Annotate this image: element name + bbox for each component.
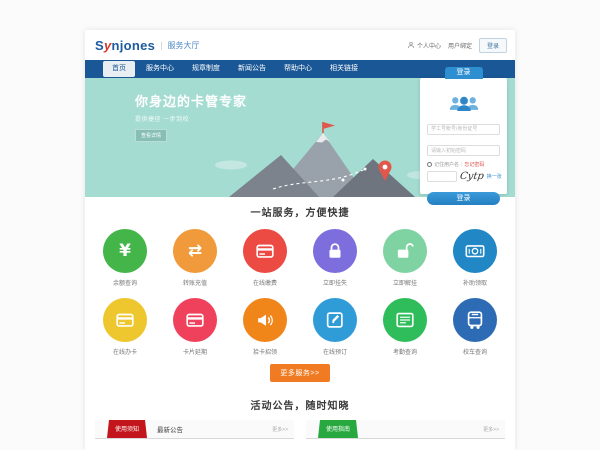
nav-item-0[interactable]: 首页 (103, 61, 135, 77)
hero-title: 你身边的卡管专家 (135, 91, 247, 110)
header-login-button[interactable]: 登录 (479, 38, 507, 53)
users-group-icon (447, 94, 481, 113)
logo[interactable]: Synjones | 服务大厅 (95, 38, 200, 53)
unlock-icon (383, 229, 427, 273)
site-header: Synjones | 服务大厅 个人中心 用户绑定 登录 (85, 30, 515, 60)
mountains-illustration (215, 117, 435, 197)
panel-secondary-tab[interactable]: 最新公告 (157, 424, 183, 434)
login-panel: 登录 记住用户名 | 忘记密码 Cytp 换一张 登录 (420, 78, 507, 194)
service-label: 拾卡招领 (253, 347, 277, 356)
logo-text: Synjones (95, 38, 155, 53)
service-label: 校车查询 (463, 347, 487, 356)
services-grid: ¥ 余额查询 ⇄ 转账充值 在线缴费 立即挂失 立即解挂 补助领取在线办卡 卡片延期 拾卡招领 在线… (85, 229, 515, 356)
panel-more-link[interactable]: 更多>> (483, 426, 499, 433)
service-item[interactable]: ⇄ 转账充值 (172, 229, 218, 287)
personal-center-link[interactable]: 个人中心 (407, 41, 441, 50)
banknote-icon (453, 229, 497, 273)
username-input[interactable] (427, 124, 500, 135)
bus-icon (453, 298, 497, 342)
service-label: 在线办卡 (113, 347, 137, 356)
card-icon (243, 229, 287, 273)
announcements-title: 活动公告，随时知晓 (85, 397, 515, 412)
service-item[interactable]: 立即挂失 (312, 229, 358, 287)
login-submit-button[interactable]: 登录 (427, 192, 500, 205)
service-item[interactable]: 立即解挂 (382, 229, 428, 287)
service-item[interactable]: 校车查询 (452, 298, 498, 356)
service-item[interactable]: 补助领取 (452, 229, 498, 287)
announcement-panel-1: 使用指南 更多>> (306, 420, 505, 439)
logo-divider: | (160, 40, 162, 50)
service-item[interactable]: ¥ 余额查询 (102, 229, 148, 287)
captcha-image[interactable]: Cytp (459, 171, 484, 182)
services-section: 一站服务，方便快捷 ¥ 余额查询 ⇄ 转账充值 在线缴费 立即挂失 立即解挂 补助领取在线办卡… (85, 197, 515, 382)
remember-label: 记住用户名 (434, 161, 459, 168)
card-icon (173, 298, 217, 342)
hero-cta-button[interactable]: 查看详情 (135, 129, 167, 142)
service-label: 补助领取 (463, 278, 487, 287)
nav-item-5[interactable]: 相关链接 (321, 61, 367, 77)
site-name: 服务大厅 (168, 40, 200, 51)
service-label: 转账充值 (183, 278, 207, 287)
attendance-icon (383, 298, 427, 342)
user-bind-link[interactable]: 用户绑定 (448, 41, 472, 50)
panel-ribbon-tab[interactable]: 使用须知 (107, 420, 147, 438)
announcement-panel-0: 使用须知最新公告 更多>> (95, 420, 294, 439)
panel-more-link[interactable]: 更多>> (272, 426, 288, 433)
captcha-refresh-link[interactable]: 换一张 (487, 173, 502, 180)
person-icon (407, 41, 415, 49)
service-item[interactable]: 在线预订 (312, 298, 358, 356)
captcha-input[interactable] (427, 171, 457, 182)
service-item[interactable]: 卡片延期 (172, 298, 218, 356)
service-label: 立即挂失 (323, 278, 347, 287)
hero-subtitle: 提供捷径 一步到校 (135, 114, 247, 123)
remember-checkbox[interactable] (427, 162, 432, 167)
panel-ribbon-tab[interactable]: 使用指南 (318, 420, 358, 438)
services-title: 一站服务，方便快捷 (85, 204, 515, 219)
service-label: 余额查询 (113, 278, 137, 287)
service-label: 立即解挂 (393, 278, 417, 287)
captcha-row: Cytp 换一张 (427, 171, 500, 182)
more-services-wrap: 更多服务>> (85, 364, 515, 382)
service-item[interactable]: 在线缴费 (242, 229, 288, 287)
megaphone-icon (243, 298, 287, 342)
lock-icon (313, 229, 357, 273)
service-item[interactable]: 拾卡招领 (242, 298, 288, 356)
logo-swoosh: y (104, 38, 112, 53)
edit-icon (313, 298, 357, 342)
header-actions: 个人中心 用户绑定 登录 (407, 38, 507, 53)
login-tab[interactable]: 登录 (445, 67, 483, 79)
card-icon (103, 298, 147, 342)
remember-separator: | (461, 162, 462, 168)
service-item[interactable]: 在线办卡 (102, 298, 148, 356)
service-label: 卡片延期 (183, 347, 207, 356)
service-item[interactable]: 考勤查询 (382, 298, 428, 356)
password-input[interactable] (427, 145, 500, 156)
portal-page: Synjones | 服务大厅 个人中心 用户绑定 登录 首页服务中心规章制度新… (85, 30, 515, 450)
nav-item-2[interactable]: 规章制度 (183, 61, 229, 77)
service-label: 在线缴费 (253, 278, 277, 287)
nav-item-3[interactable]: 新闻公告 (229, 61, 275, 77)
transfer-icon: ⇄ (173, 229, 217, 273)
more-services-button[interactable]: 更多服务>> (270, 364, 329, 382)
service-label: 在线预订 (323, 347, 347, 356)
yen-icon: ¥ (103, 229, 147, 273)
hero-text-block: 你身边的卡管专家 提供捷径 一步到校 查看详情 (135, 91, 247, 142)
remember-row: 记住用户名 | 忘记密码 (427, 161, 500, 168)
announcements-section: 活动公告，随时知晓 使用须知最新公告 更多>> 使用指南 更多>> (85, 397, 515, 439)
service-label: 考勤查询 (393, 347, 417, 356)
hero-banner: 你身边的卡管专家 提供捷径 一步到校 查看详情 登录 (85, 78, 515, 197)
forgot-password-link[interactable]: 忘记密码 (464, 161, 484, 168)
nav-item-4[interactable]: 帮助中心 (275, 61, 321, 77)
announcement-panels: 使用须知最新公告 更多>> 使用指南 更多>> (85, 420, 515, 439)
nav-item-1[interactable]: 服务中心 (137, 61, 183, 77)
